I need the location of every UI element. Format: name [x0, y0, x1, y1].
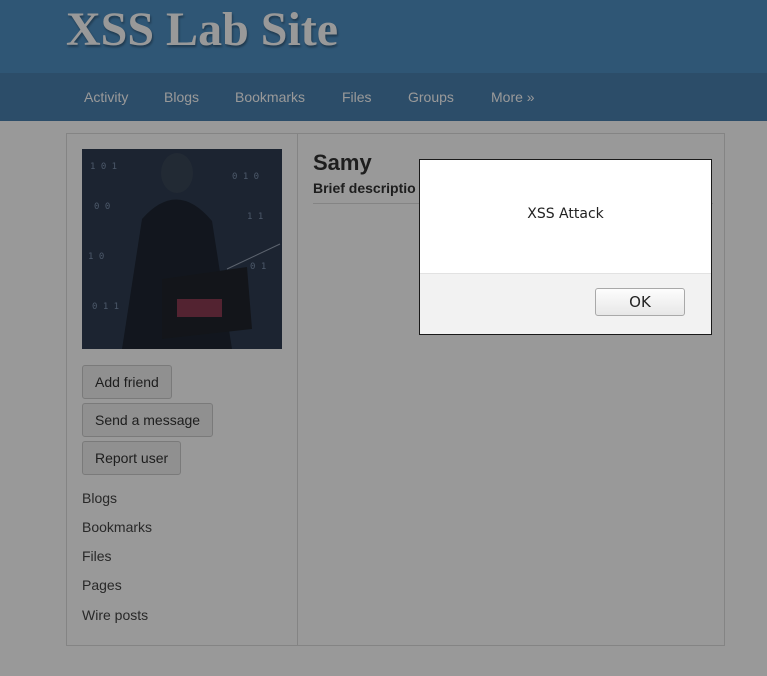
- alert-dialog: XSS Attack OK: [419, 159, 712, 335]
- alert-footer: OK: [420, 273, 711, 334]
- alert-message: XSS Attack: [527, 206, 604, 222]
- ok-button[interactable]: OK: [595, 288, 685, 316]
- modal-backdrop: [0, 0, 767, 676]
